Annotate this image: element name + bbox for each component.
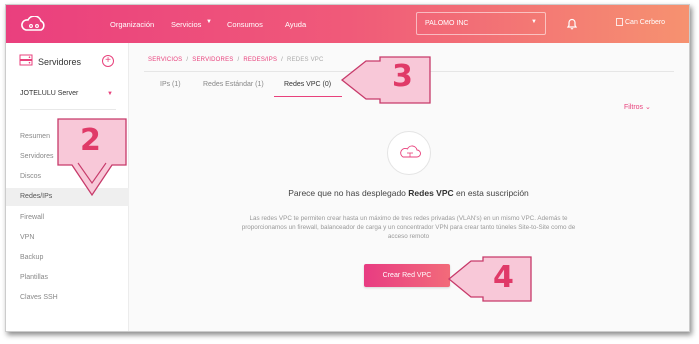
nav-servicios[interactable]: Servicios <box>171 20 201 29</box>
sidebar-item-claves-ssh[interactable]: Claves SSH <box>20 294 58 301</box>
callout-4: 4 <box>447 255 533 303</box>
vpc-network-icon <box>400 145 421 158</box>
empty-state-title: Parece que no has desplegado Redes VPC e… <box>146 188 671 198</box>
empty-state-description: Las redes VPC te permiten crear hasta un… <box>241 215 576 240</box>
sidebar-item-servidores[interactable]: Servidores <box>20 153 53 160</box>
server-selector[interactable]: JOTELULU Server <box>20 90 78 97</box>
nav-consumos[interactable]: Consumos <box>227 20 263 29</box>
add-server-button[interactable]: + <box>102 55 114 67</box>
divider <box>20 109 116 110</box>
empty-state-illustration <box>387 131 431 175</box>
chevron-down-icon: ⌄ <box>645 104 651 111</box>
company-selector[interactable]: PALOMO INC ▼ <box>416 12 546 35</box>
nav-ayuda[interactable]: Ayuda <box>285 20 306 29</box>
user-avatar[interactable]: Can Cerbero <box>616 18 665 26</box>
empty-title-bold: Redes VPC <box>408 188 454 198</box>
chevron-down-icon: ▼ <box>531 19 537 25</box>
breadcrumb-redes-ips[interactable]: REDES/IPS <box>243 57 277 63</box>
server-icon <box>19 54 33 66</box>
chevron-down-icon[interactable]: ▼ <box>107 91 113 97</box>
breadcrumb-separator: / <box>186 57 189 63</box>
breadcrumb-separator: / <box>281 57 284 63</box>
cloud-logo-icon[interactable] <box>20 16 48 32</box>
empty-title-suffix: en esta suscripción <box>456 188 529 198</box>
left-arrow-callout-icon <box>447 256 532 302</box>
tab-redes-vpc[interactable]: Redes VPC (0) <box>284 81 331 88</box>
create-vpc-button[interactable]: Crear Red VPC <box>364 264 450 287</box>
breadcrumb-separator: / <box>237 57 240 63</box>
sidebar-item-firewall[interactable]: Firewall <box>20 214 44 221</box>
callout-number: 2 <box>80 123 101 158</box>
active-tab-indicator <box>274 96 342 97</box>
tab-ips[interactable]: IPs (1) <box>160 81 181 88</box>
top-navbar: Organización Servicios ▼ Consumos Ayuda … <box>6 5 689 43</box>
breadcrumb-servidores[interactable]: SERVIDORES <box>192 57 233 63</box>
tab-redes-estandar[interactable]: Redes Estándar (1) <box>203 81 264 88</box>
company-name: PALOMO INC <box>425 20 469 27</box>
breadcrumb-servicios[interactable]: SERVICIOS <box>148 57 182 63</box>
callout-number: 3 <box>392 59 413 94</box>
empty-title-prefix: Parece que no has desplegado <box>288 188 406 198</box>
callout-2: 2 <box>54 117 130 199</box>
app-window: Organización Servicios ▼ Consumos Ayuda … <box>5 4 690 332</box>
left-arrow-callout-icon <box>340 56 431 104</box>
sidebar-item-plantillas[interactable]: Plantillas <box>20 274 48 281</box>
filters-button[interactable]: Filtros ⌄ <box>624 103 651 111</box>
sidebar-item-resumen[interactable]: Resumen <box>20 133 50 140</box>
chevron-down-icon: ▼ <box>206 19 212 25</box>
broken-image-icon <box>616 18 623 26</box>
avatar-alt-text: Can Cerbero <box>625 18 666 26</box>
breadcrumb-current: REDES VPC <box>287 57 324 63</box>
callout-3: 3 <box>340 55 432 105</box>
sidebar-item-vpn[interactable]: VPN <box>20 234 34 241</box>
sidebar-item-redes-ips[interactable]: Redes/IPs <box>20 193 52 200</box>
filters-label: Filtros <box>624 104 644 111</box>
nav-organizacion[interactable]: Organización <box>110 20 154 29</box>
breadcrumb: SERVICIOS / SERVIDORES / REDES/IPS / REDES VPC <box>148 57 324 63</box>
sidebar-item-discos[interactable]: Discos <box>20 173 41 180</box>
sidebar-item-backup[interactable]: Backup <box>20 254 43 261</box>
callout-number: 4 <box>493 260 514 295</box>
bell-icon[interactable] <box>566 17 578 30</box>
sidebar-title: Servidores <box>38 57 82 67</box>
